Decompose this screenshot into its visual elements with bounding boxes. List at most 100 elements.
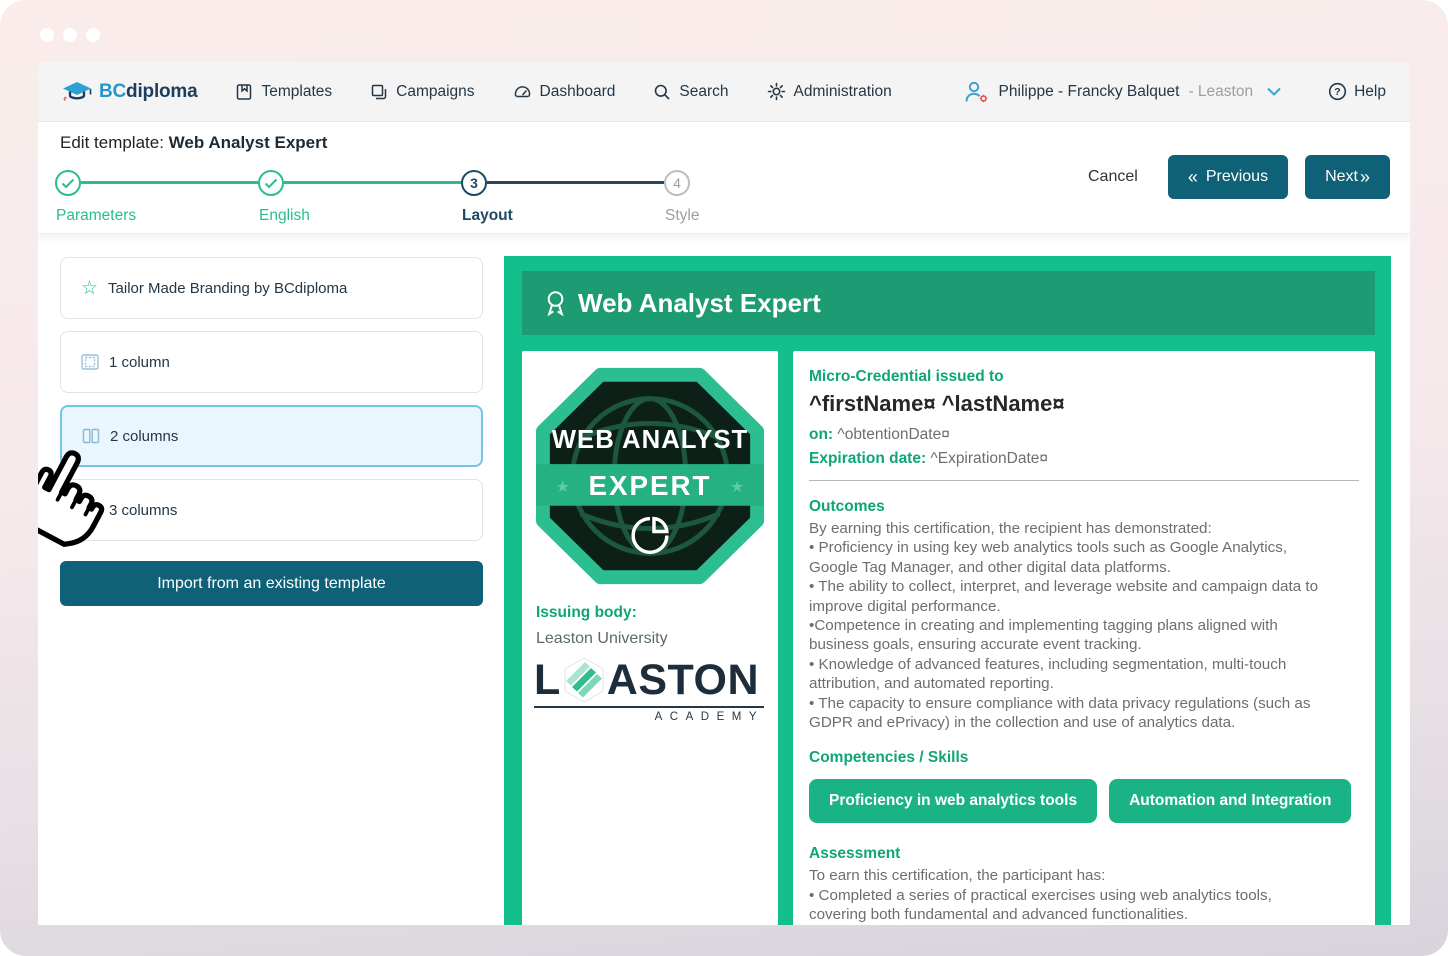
- step-label: Style: [665, 207, 699, 225]
- outcomes-title: Outcomes: [809, 498, 1359, 516]
- step-number: 3: [461, 170, 487, 196]
- outcomes-text: By earning this certification, the recip…: [809, 519, 1359, 732]
- stepper: Parameters English 3 Layout 4 Style: [55, 170, 715, 230]
- assessment-line: To earn this certification, the particip…: [809, 866, 1359, 885]
- svg-text:WEB ANALYST: WEB ANALYST: [552, 426, 749, 454]
- option-tailor-made-branding[interactable]: ☆ Tailor Made Branding by BCdiploma: [60, 257, 483, 319]
- window-dot[interactable]: [40, 28, 54, 42]
- edit-header: Edit template: Web Analyst Expert Cancel…: [38, 122, 1410, 234]
- help-label: Help: [1354, 83, 1386, 101]
- nav-label: Dashboard: [540, 83, 616, 101]
- certificate-title: Web Analyst Expert: [578, 288, 821, 319]
- outcomes-line: GDPR and ePrivacy) in the collection and…: [809, 713, 1359, 732]
- previous-button[interactable]: « Previous: [1168, 155, 1288, 199]
- step-check-icon: [258, 170, 284, 196]
- brand-logo[interactable]: BCdiploma: [62, 81, 197, 103]
- step-check-icon: [55, 170, 81, 196]
- option-label: 2 columns: [110, 428, 178, 445]
- assessment-line: • Completed a series of practical exerci…: [809, 886, 1359, 905]
- option-label: 1 column: [109, 354, 170, 371]
- app-window: BCdiploma Templates Ca: [38, 62, 1410, 925]
- certificate-columns: WEB ANALYST EXPERT ★ ★: [522, 351, 1375, 925]
- option-label: 3 columns: [109, 502, 177, 519]
- expiration-date-placeholder: ^ExpirationDate¤: [930, 450, 1048, 467]
- nav-label: Templates: [261, 83, 332, 101]
- outcomes-line: Google Tag Manager, and other digital da…: [809, 558, 1359, 577]
- next-button[interactable]: Next »: [1305, 155, 1390, 199]
- stepper-connector: [487, 181, 664, 184]
- outcomes-line: attribution, and automated reporting.: [809, 674, 1359, 693]
- nav-item-administration[interactable]: Administration: [767, 82, 892, 101]
- obtention-date-placeholder: ^obtentionDate¤: [837, 426, 949, 443]
- two-columns-icon: [82, 428, 100, 444]
- campaigns-icon: [370, 83, 388, 101]
- option-1-column[interactable]: 1 column: [60, 331, 483, 393]
- svg-text:★: ★: [730, 477, 744, 496]
- certificate-right-column: Micro-Credential issued to ^firstName¤ ^…: [793, 351, 1375, 925]
- nav-item-campaigns[interactable]: Campaigns: [370, 83, 474, 101]
- logo-wordmark: L: [534, 656, 764, 704]
- certificate-left-column: WEB ANALYST EXPERT ★ ★: [522, 351, 778, 925]
- competencies-title: Competencies / Skills: [809, 749, 1359, 767]
- stepper-connector: [81, 181, 258, 184]
- svg-text:?: ?: [1334, 86, 1340, 98]
- logo-academy: ACADEMY: [534, 711, 764, 723]
- svg-text:★: ★: [556, 477, 570, 496]
- one-column-icon: [81, 354, 99, 370]
- import-template-button[interactable]: Import from an existing template: [60, 561, 483, 606]
- issuing-body-label: Issuing body:: [536, 604, 778, 622]
- assessment-line: covering both fundamental and advanced f…: [809, 905, 1359, 924]
- expiration-date-row: Expiration date: ^ExpirationDate¤: [809, 450, 1359, 468]
- option-2-columns[interactable]: 2 columns: [60, 405, 483, 467]
- step-label: English: [259, 207, 310, 225]
- hexagon-logo-icon: [563, 656, 605, 704]
- step-parameters[interactable]: Parameters: [55, 170, 81, 196]
- window-dot[interactable]: [63, 28, 77, 42]
- step-english[interactable]: English: [258, 170, 284, 196]
- user-menu[interactable]: Philippe - Francky Balquet - Leaston: [963, 80, 1283, 104]
- assessment-title: Assessment: [809, 845, 1359, 863]
- help-button[interactable]: ? Help: [1328, 82, 1386, 101]
- templates-icon: [235, 83, 253, 101]
- graduation-cap-icon: [62, 81, 92, 102]
- navbar: BCdiploma Templates Ca: [38, 62, 1410, 122]
- option-label: Tailor Made Branding by BCdiploma: [108, 280, 347, 297]
- nav-label: Campaigns: [396, 83, 474, 101]
- nav-item-search[interactable]: Search: [653, 83, 728, 101]
- star-icon: ☆: [81, 279, 98, 298]
- search-icon: [653, 83, 671, 101]
- dashboard-icon: [513, 83, 532, 101]
- step-style[interactable]: 4 Style: [664, 170, 690, 196]
- skill-chip: Automation and Integration: [1109, 779, 1351, 823]
- window-controls[interactable]: [40, 28, 100, 42]
- assessment-text: To earn this certification, the particip…: [809, 866, 1359, 925]
- nav-item-dashboard[interactable]: Dashboard: [513, 83, 616, 101]
- outcomes-line: • Knowledge of advanced features, includ…: [809, 655, 1359, 674]
- logo-rule: [534, 706, 764, 708]
- outcomes-line: business goals, ensuring accurate event …: [809, 635, 1359, 654]
- navbar-right: Philippe - Francky Balquet - Leaston ? H…: [963, 80, 1386, 104]
- nav-label: Administration: [794, 83, 892, 101]
- skills-row: Proficiency in web analytics tools Autom…: [809, 779, 1359, 823]
- option-3-columns[interactable]: 3 columns: [60, 479, 483, 541]
- issued-to-label: Micro-Credential issued to: [809, 368, 1359, 386]
- step-layout[interactable]: 3 Layout: [461, 170, 487, 196]
- divider: [809, 480, 1359, 481]
- window-dot[interactable]: [86, 28, 100, 42]
- cancel-button[interactable]: Cancel: [1088, 168, 1138, 186]
- nav-label: Search: [679, 83, 728, 101]
- chevron-down-icon: [1266, 86, 1282, 97]
- outcomes-line: improve digital performance.: [809, 597, 1359, 616]
- step-label: Parameters: [56, 207, 136, 225]
- nav-item-templates[interactable]: Templates: [235, 83, 332, 101]
- page-title: Edit template: Web Analyst Expert: [60, 133, 327, 153]
- step-label: Layout: [462, 207, 513, 225]
- svg-text:EXPERT: EXPERT: [589, 470, 712, 501]
- double-chevron-right-icon: »: [1360, 167, 1370, 188]
- user-org: - Leaston: [1188, 83, 1253, 101]
- header-actions: Cancel « Previous Next »: [1088, 155, 1390, 199]
- desktop-background: BCdiploma Templates Ca: [0, 0, 1448, 956]
- badge-image: WEB ANALYST EXPERT ★ ★: [533, 364, 767, 588]
- double-chevron-left-icon: «: [1188, 167, 1198, 188]
- user-icon: [963, 80, 990, 104]
